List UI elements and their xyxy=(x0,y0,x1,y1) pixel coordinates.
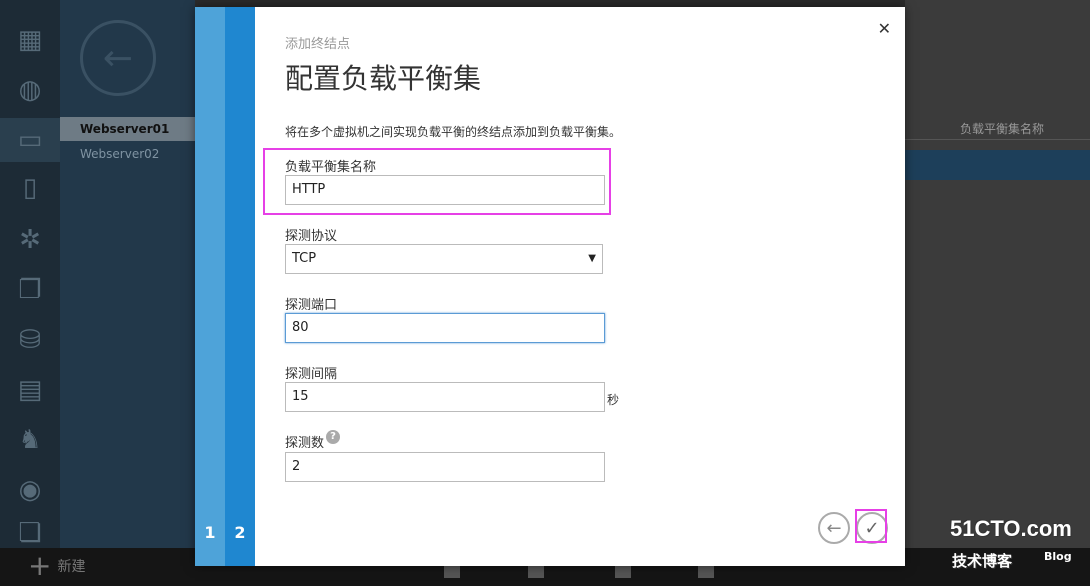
new-label: 新建 xyxy=(57,559,86,575)
globe-icon[interactable]: ◍ xyxy=(12,72,48,108)
transfer-icon[interactable]: ❐ xyxy=(12,272,48,308)
wizard-steps: 1 2 xyxy=(195,7,255,566)
left-nav: ▦ ◍ ▭ ▯ ✲ ❐ ⛁ ▤ ♞ ◉ ❏ xyxy=(0,0,60,548)
new-button[interactable]: + 新建 xyxy=(28,549,86,582)
probe-protocol-select[interactable]: TCP ▼ xyxy=(285,244,603,274)
server-item[interactable]: Webserver02 xyxy=(60,142,195,166)
description: 将在多个虚拟机之间实现负载平衡的终结点添加到负载平衡集。 xyxy=(285,125,622,139)
server-item[interactable]: Webserver01 xyxy=(60,117,195,141)
probe-interval-label: 探测间隔 xyxy=(285,367,338,382)
step-2[interactable]: 2 xyxy=(225,7,255,566)
probe-port-label: 探测端口 xyxy=(285,298,338,313)
plus-icon: + xyxy=(28,549,52,582)
step-1[interactable]: 1 xyxy=(195,7,225,566)
watermark-sub: 技术博客 xyxy=(952,552,1013,570)
table-icon[interactable]: ▤ xyxy=(12,372,48,408)
watermark-blog: Blog xyxy=(1044,550,1072,563)
probe-count-label: 探测数 xyxy=(285,436,325,451)
probe-interval-input[interactable]: 15 xyxy=(285,382,605,412)
table-row[interactable] xyxy=(905,150,1090,180)
media-icon[interactable]: ◉ xyxy=(12,472,48,508)
lb-name-label: 负载平衡集名称 xyxy=(285,160,377,175)
lb-name-input[interactable]: HTTP xyxy=(285,175,605,205)
watermark-logo: 51CTO.com 技术博客 Blog xyxy=(950,516,1080,576)
back-arrow-icon[interactable]: ← xyxy=(80,20,156,96)
db-icon[interactable]: ⛁ xyxy=(12,322,48,358)
done-button[interactable]: ✓ xyxy=(856,512,888,544)
probe-count-input[interactable]: 2 xyxy=(285,452,605,482)
gears-icon[interactable]: ✲ xyxy=(12,222,48,258)
interval-unit: 秒 xyxy=(607,393,620,407)
close-icon[interactable]: ✕ xyxy=(878,19,891,38)
mobile-icon[interactable]: ▯ xyxy=(12,170,48,206)
monitor-icon[interactable]: ▭ xyxy=(0,118,60,162)
back-button[interactable]: ← xyxy=(818,512,850,544)
column-header: 负载平衡集名称 xyxy=(960,122,1045,136)
probe-protocol-value: TCP xyxy=(292,251,317,266)
grid-icon[interactable]: ▦ xyxy=(12,22,48,58)
main-content-background: 负载平衡集名称 xyxy=(905,0,1090,548)
breadcrumb: 添加终结点 xyxy=(285,37,351,52)
server-list-panel: ← Webserver01 Webserver02 xyxy=(60,0,195,548)
probe-protocol-label: 探测协议 xyxy=(285,229,338,244)
elephant-icon[interactable]: ♞ xyxy=(12,422,48,458)
docs-icon[interactable]: ❏ xyxy=(12,515,48,551)
probe-port-input[interactable]: 80 xyxy=(285,313,605,343)
chevron-down-icon: ▼ xyxy=(588,253,596,264)
help-icon[interactable]: ? xyxy=(326,430,340,444)
page-title: 配置负载平衡集 xyxy=(285,62,482,95)
watermark-main: 51CTO.com xyxy=(950,516,1072,541)
add-endpoint-dialog: 1 2 ✕ 添加终结点 配置负载平衡集 将在多个虚拟机之间实现负载平衡的终结点添… xyxy=(195,7,905,566)
